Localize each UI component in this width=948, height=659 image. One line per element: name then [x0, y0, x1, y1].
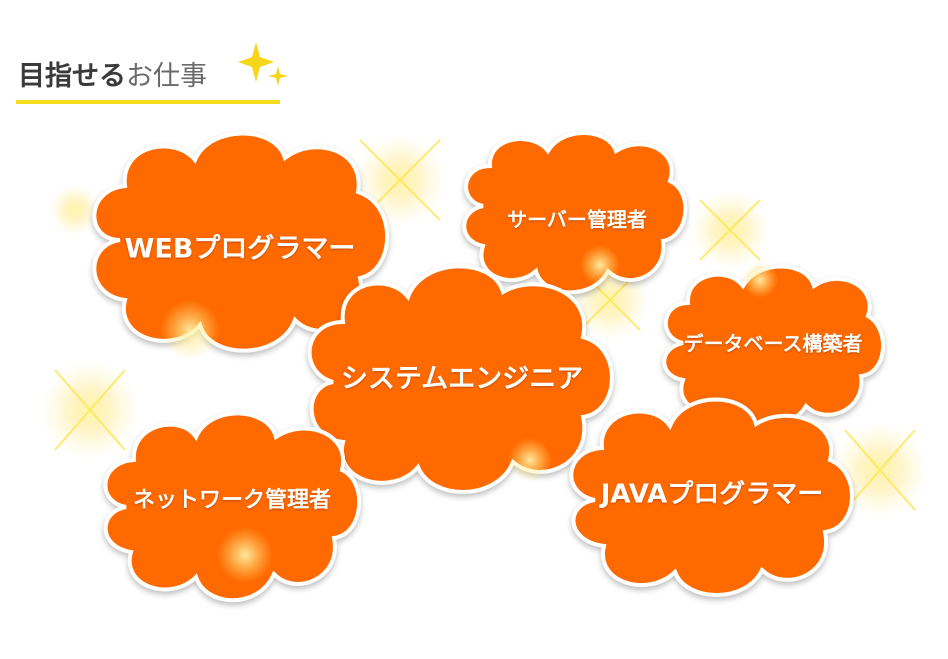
sparkle-icon: [238, 42, 288, 86]
heading-underline: [16, 100, 280, 104]
heading-text-dark: 目指せる: [18, 61, 126, 92]
job-label-system-engineer: システムエンジニア: [340, 363, 584, 395]
job-label-network: ネットワーク管理者: [132, 488, 332, 513]
job-label-database: データベース構築者: [683, 331, 863, 356]
section-heading: 目指せるお仕事: [16, 42, 288, 108]
heading-text-light: お仕事: [126, 61, 207, 92]
job-label-java: JAVAプログラマー: [600, 479, 824, 510]
job-label-server: サーバー管理者: [507, 207, 647, 232]
